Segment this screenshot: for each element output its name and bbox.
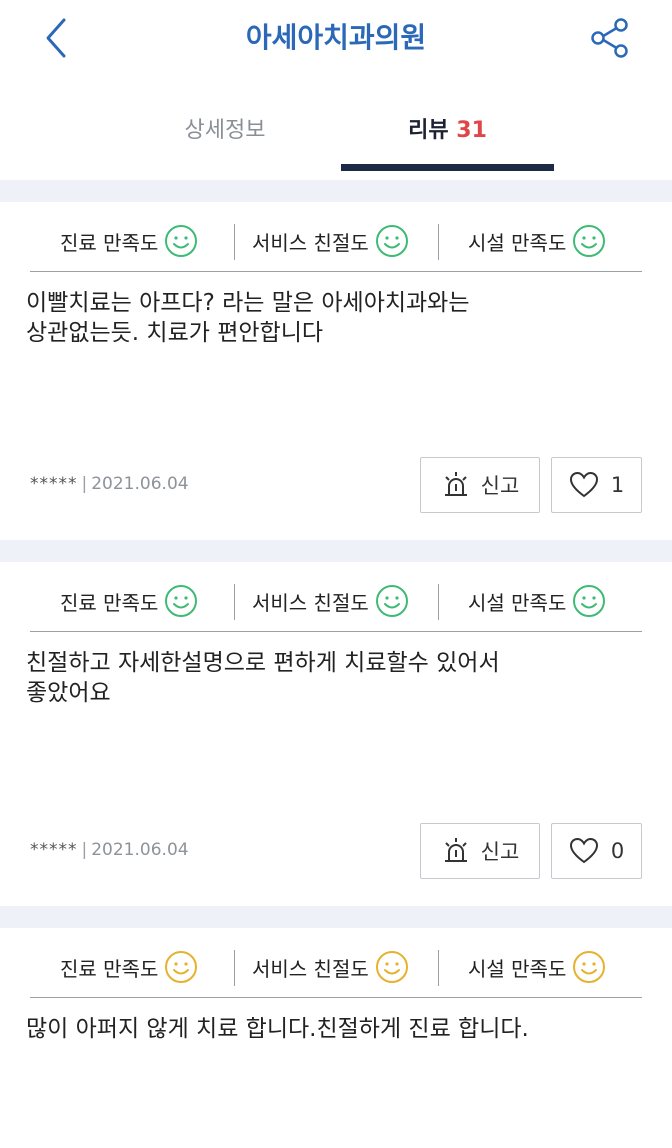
review-meta: ***** | 2021.06.04 (30, 840, 189, 860)
divider (438, 950, 439, 986)
rating-facility: 시설 만족도 (468, 942, 606, 992)
rating-treatment: 진료 만족도 (60, 216, 198, 266)
review-meta: ***** | 2021.06.04 (30, 474, 189, 494)
smile-face-icon (573, 585, 606, 617)
rating-label: 진료 만족도 (60, 956, 159, 981)
divider (234, 950, 235, 986)
report-label: 신고 (480, 474, 520, 498)
rating-label: 진료 만족도 (60, 590, 159, 615)
section-separator (0, 180, 672, 202)
like-count: 0 (610, 839, 625, 863)
divider (438, 584, 439, 620)
meta-divider: | (81, 474, 88, 494)
smile-face-icon (375, 951, 408, 983)
section-separator (0, 540, 672, 562)
review-card: 진료 만족도 서비스 친절도 시설 만족도 (0, 562, 672, 906)
smile-face-icon (165, 585, 198, 617)
review-text-line: 많이 아퍼지 않게 치료 합니다.친절하게 진료 합니다. (26, 1016, 529, 1042)
rating-label: 서비스 친절도 (252, 590, 369, 615)
heart-icon (569, 837, 598, 864)
app-header: 아세아치과의원 (0, 0, 672, 78)
rating-label: 시설 만족도 (468, 590, 567, 615)
rating-facility: 시설 만족도 (468, 576, 606, 626)
review-text-line: 친절하고 자세한설명으로 편하게 치료할수 있어서 (26, 650, 500, 676)
rating-service: 서비스 친절도 (252, 942, 409, 992)
review-author: ***** (30, 474, 78, 494)
review-card: 진료 만족도 서비스 친절도 시설 만족도 (0, 928, 672, 1148)
meta-divider: | (81, 840, 88, 860)
rating-treatment: 진료 만족도 (60, 942, 198, 992)
active-tab-indicator (341, 164, 554, 171)
report-label: 신고 (480, 840, 520, 864)
tab-detail[interactable]: 상세정보 (130, 112, 320, 174)
rating-service: 서비스 친절도 (252, 216, 409, 266)
review-text-line: 상관없는듯. 치료가 편안합니다 (26, 320, 324, 346)
review-text-line: 좋았어요 (26, 680, 111, 706)
divider (234, 584, 235, 620)
page-title: 아세아치과의원 (245, 21, 427, 54)
like-button[interactable]: 1 (551, 457, 642, 513)
rating-row: 진료 만족도 서비스 친절도 시설 만족도 (30, 576, 642, 632)
report-button[interactable]: 신고 (420, 823, 540, 879)
share-button[interactable] (584, 12, 636, 64)
rating-label: 시설 만족도 (468, 956, 567, 981)
review-author: ***** (30, 840, 78, 860)
rating-treatment: 진료 만족도 (60, 576, 198, 626)
review-date: 2021.06.04 (91, 840, 189, 860)
rating-label: 진료 만족도 (60, 230, 159, 255)
smile-face-icon (375, 225, 408, 257)
review-text: 친절하고 자세한설명으로 편하게 치료할수 있어서 좋았어요 (26, 648, 646, 708)
review-text: 이빨치료는 아프다? 라는 말은 아세아치과와는 상관없는듯. 치료가 편안합니… (26, 288, 646, 348)
section-separator (0, 906, 672, 928)
rating-row: 진료 만족도 서비스 친절도 시설 만족도 (30, 942, 642, 998)
siren-icon (444, 838, 467, 862)
siren-icon (444, 472, 467, 496)
smile-face-icon (165, 225, 198, 257)
review-card: 진료 만족도 서비스 친절도 시설 만족도 (0, 202, 672, 540)
rating-label: 서비스 친절도 (252, 230, 369, 255)
smile-face-icon (165, 951, 198, 983)
review-date: 2021.06.04 (91, 474, 189, 494)
smile-face-icon (375, 585, 408, 617)
review-text: 많이 아퍼지 않게 치료 합니다.친절하게 진료 합니다. (26, 1014, 646, 1044)
rating-service: 서비스 친절도 (252, 576, 409, 626)
rating-label: 시설 만족도 (468, 230, 567, 255)
review-text-line: 이빨치료는 아프다? 라는 말은 아세아치과와는 (26, 290, 470, 316)
divider (438, 224, 439, 260)
heart-icon (569, 471, 598, 498)
share-icon (591, 18, 628, 58)
like-count: 1 (610, 473, 625, 497)
rating-facility: 시설 만족도 (468, 216, 606, 266)
like-button[interactable]: 0 (551, 823, 642, 879)
report-button[interactable]: 신고 (420, 457, 540, 513)
rating-label: 서비스 친절도 (252, 956, 369, 981)
tab-bar: 상세정보 리뷰 31 (0, 98, 672, 174)
tab-review-label: 리뷰 (408, 118, 449, 143)
divider (234, 224, 235, 260)
smile-face-icon (573, 225, 606, 257)
rating-row: 진료 만족도 서비스 친절도 시설 만족도 (30, 216, 642, 272)
smile-face-icon (573, 951, 606, 983)
review-count: 31 (456, 118, 487, 143)
